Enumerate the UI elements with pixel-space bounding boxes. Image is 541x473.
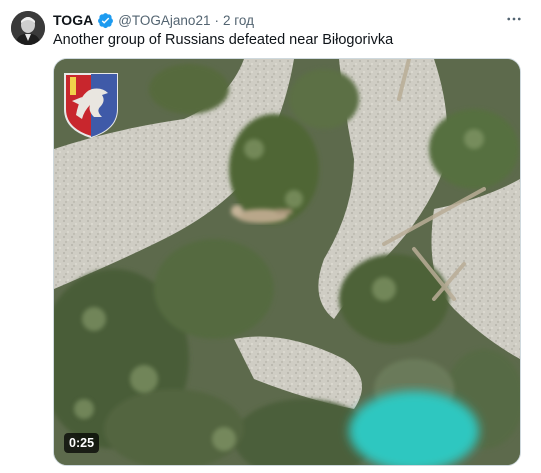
video-player[interactable]: 0:25 [53, 58, 521, 466]
military-unit-emblem-icon [62, 71, 120, 139]
avatar-portrait-image [11, 11, 45, 45]
verified-badge-icon [97, 12, 114, 29]
header-separator: · [214, 12, 219, 28]
video-duration-badge: 0:25 [64, 433, 100, 453]
tweet-header: TOGA @TOGAjano21 · 2 год [53, 10, 529, 30]
author-handle[interactable]: @TOGAjano21 [118, 13, 210, 28]
tweet-text: Another group of Russians defeated near … [53, 32, 394, 48]
author-name[interactable]: TOGA [53, 12, 93, 28]
tweet-timestamp[interactable]: 2 год [223, 13, 254, 28]
video-frame-image [54, 59, 520, 465]
author-avatar[interactable] [11, 11, 45, 45]
more-options-icon[interactable] [503, 10, 525, 28]
